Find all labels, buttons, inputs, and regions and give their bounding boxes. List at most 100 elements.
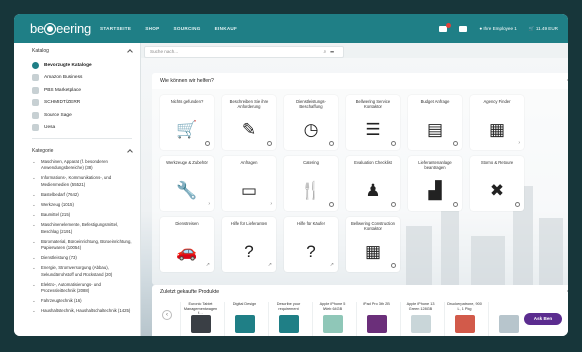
- catalog-logo-icon: [32, 111, 39, 119]
- category-item[interactable]: ⌄ Werkzeug (1015): [14, 202, 140, 208]
- notification-icon[interactable]: [439, 22, 452, 32]
- edit-icon: ✎: [241, 120, 257, 139]
- product-carousel: ‹ Euronic Tablet Managementwagen f… Digit…: [152, 300, 568, 336]
- help-tile[interactable]: Dienstleistungs-Beschaffung ◷: [284, 95, 338, 150]
- catalog-item[interactable]: Amazon Business: [14, 72, 140, 85]
- tile-label: Catering: [303, 160, 319, 165]
- catalog-item-label: SCHMIDT/ZERR: [44, 100, 81, 106]
- category-item[interactable]: ⌄ Informations-, Kommunikations-, und Med…: [14, 175, 140, 187]
- product-card[interactable]: iPad Pro 3th 2B: [356, 302, 396, 336]
- cart-total: 11.49 EUR: [535, 25, 558, 31]
- recent-products-header[interactable]: Zuletzt gekaufte Produkte: [152, 285, 568, 299]
- product-card[interactable]: Apple iPhone 5 iWeb 64GB: [312, 302, 352, 336]
- search-input[interactable]: Suche nach... ⌕☰: [144, 46, 344, 58]
- category-item[interactable]: ⌄ Haushaltstechnik, Haushaltschaltechnik …: [14, 308, 140, 314]
- cart-plus-icon: 🛒: [176, 120, 198, 139]
- chevron-down-icon[interactable]: [567, 288, 568, 294]
- category-item[interactable]: ⌄ Büromaterial, Büroeinrichtung, Büroeinr…: [14, 239, 140, 251]
- nav-einkauf[interactable]: EINKAUF: [215, 26, 238, 31]
- product-card[interactable]: [488, 302, 528, 336]
- category-item[interactable]: ⌄ Energie, Stromversorgung (Abbau), Sekun…: [14, 265, 140, 277]
- tile-label: Anfragen: [240, 160, 258, 165]
- catalog-item[interactable]: SCHMIDT/ZERR: [14, 97, 140, 110]
- tile-label: Dienstleistungs-Beschaffung: [296, 99, 326, 109]
- expand-icon[interactable]: ⌄: [32, 239, 37, 251]
- expand-icon[interactable]: ⌄: [32, 282, 37, 294]
- question-icon: ?: [244, 242, 254, 261]
- category-label: Bastelbedarf (7642): [41, 191, 79, 197]
- tile-label: Bellwering Service Kontaktor: [355, 99, 391, 109]
- catalog-item[interactable]: PBS Marketplace: [14, 84, 140, 97]
- help-tile[interactable]: Agency Finder ▦ ›: [470, 95, 524, 150]
- expand-icon[interactable]: ⌄: [32, 255, 37, 261]
- logo[interactable]: be eering: [14, 21, 94, 36]
- user-name: Ihre Employee 1: [483, 26, 517, 31]
- help-tile[interactable]: Budget Anfrage ▤: [408, 95, 462, 150]
- expand-icon[interactable]: ⌄: [32, 192, 37, 198]
- category-item[interactable]: ⌄ Maschinenelemente, Befestigungsmittel, …: [14, 222, 140, 234]
- expand-icon[interactable]: ⌄: [32, 212, 37, 218]
- clock-icon: [205, 141, 210, 146]
- catalog-item[interactable]: Bevorzugte Kataloge: [14, 59, 140, 72]
- catalog-logo-icon: [32, 124, 39, 132]
- search-icon[interactable]: ⌕☰: [323, 47, 338, 57]
- help-tile[interactable]: Anfragen ▭ ›: [222, 156, 276, 211]
- expand-icon[interactable]: ⌄: [32, 308, 37, 314]
- product-card[interactable]: Digital Design: [224, 302, 264, 336]
- carousel-prev-button[interactable]: ‹: [162, 310, 172, 320]
- help-tile[interactable]: Beschreiben Sie ihre Anforderung ✎: [222, 95, 276, 150]
- divider: [32, 138, 132, 139]
- product-card[interactable]: Describe your requirement: [268, 302, 308, 336]
- category-section-header[interactable]: Kategorie: [14, 143, 140, 159]
- expand-icon[interactable]: ⌄: [32, 222, 37, 234]
- expand-icon[interactable]: ⌄: [32, 159, 37, 171]
- help-tile[interactable]: Werkzeuge & Zubehör 🔧 ›: [160, 156, 214, 211]
- monitor-icon: ▭: [240, 181, 258, 200]
- building-icon: ▦: [364, 242, 382, 261]
- ask-ben-button[interactable]: Ask Ben: [524, 313, 562, 325]
- category-item[interactable]: ⌄ Elektro-, Automatisierungs- und Prozess…: [14, 282, 140, 294]
- category-item[interactable]: ⌄ Fahrzeugtechnik (16): [14, 298, 140, 304]
- nav-startseite[interactable]: STARTSEITE: [100, 26, 131, 31]
- person-icon: ♟: [365, 181, 381, 200]
- top-bar: be eering STARTSEITE SHOP SOURCING EINKAU…: [14, 14, 568, 43]
- help-panel-header[interactable]: Wie können wir helfen?: [152, 73, 568, 89]
- mail-icon[interactable]: [459, 25, 468, 32]
- clock-icon: [329, 202, 334, 207]
- expand-icon[interactable]: ⌄: [32, 202, 37, 208]
- category-item[interactable]: ⌄ Maschinen, Apparat (f. besonderen Anwen…: [14, 159, 140, 171]
- product-card[interactable]: Druckerpatrone, 900 L, 1 Pkg: [444, 302, 484, 336]
- catalog-item-label: Source Sage: [44, 112, 72, 118]
- clock-icon: [391, 141, 396, 146]
- category-item[interactable]: ⌄ Baumittel (215): [14, 212, 140, 218]
- help-tile[interactable]: Bellwering Service Kontaktor ☰: [346, 95, 400, 150]
- expand-icon[interactable]: ⌄: [32, 265, 37, 277]
- expand-icon[interactable]: ⌄: [32, 175, 37, 187]
- help-tile[interactable]: Bellwering Construction Kontaktor ▦: [346, 217, 400, 272]
- question-icon: ?: [306, 242, 316, 261]
- category-item[interactable]: ⌄ Dienstleistung (73): [14, 255, 140, 261]
- category-label: Baumittel (215): [41, 212, 71, 218]
- help-tile[interactable]: Nichts gefunden? 🛒: [160, 95, 214, 150]
- help-tile[interactable]: Dienstreisen 🚗 ↗: [160, 217, 214, 272]
- nav-sourcing[interactable]: SOURCING: [173, 26, 200, 31]
- tile-label: Budget Anfrage: [420, 99, 450, 104]
- help-tile[interactable]: Evaluation Checklist ♟: [346, 156, 400, 211]
- external-link-icon: ↗: [205, 262, 210, 268]
- catalog-item[interactable]: Uesa: [14, 122, 140, 135]
- help-tile[interactable]: Storno & Retoure ✖: [470, 156, 524, 211]
- catalog-section-header[interactable]: Katalog: [14, 43, 140, 59]
- catalog-item[interactable]: Source Sage: [14, 109, 140, 122]
- chevron-down-icon[interactable]: [567, 77, 568, 83]
- help-tile[interactable]: Hilfe für Lieferanten? ↗: [222, 217, 276, 272]
- category-item[interactable]: ⌄ Bastelbedarf (7642): [14, 192, 140, 198]
- user-menu[interactable]: ● Ihre Employee 1: [479, 26, 517, 31]
- expand-icon[interactable]: ⌄: [32, 298, 37, 304]
- help-tile[interactable]: Catering 🍴: [284, 156, 338, 211]
- product-card[interactable]: Euronic Tablet Managementwagen f…: [180, 302, 220, 336]
- nav-shop[interactable]: SHOP: [145, 26, 159, 31]
- help-tile[interactable]: Lieferantenanlage beantragen ▟: [408, 156, 462, 211]
- product-card[interactable]: Apple iPhone 13 Green 128GB: [400, 302, 440, 336]
- help-tile[interactable]: Hilfe für Käufer? ↗: [284, 217, 338, 272]
- cart-button[interactable]: 🛒 11.49 EUR: [529, 26, 558, 32]
